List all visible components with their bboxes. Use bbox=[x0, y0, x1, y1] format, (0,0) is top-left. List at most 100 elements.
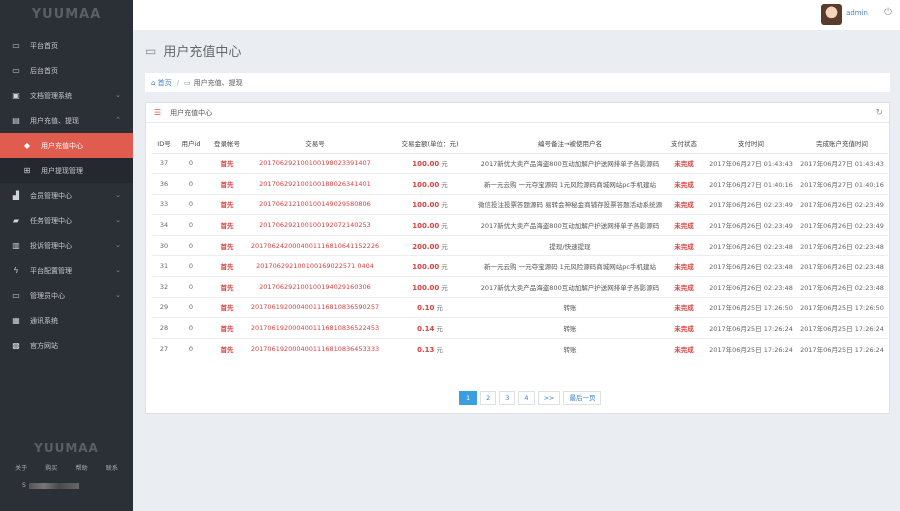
page-2-button[interactable]: 2 bbox=[480, 391, 497, 405]
cell-account: 首先 bbox=[206, 317, 248, 339]
cell-amount: 100.00 元 bbox=[382, 152, 478, 174]
cell-remark: 新一元云购 一元夺宝源码 1元风险源码商城网站pc手机建站 bbox=[478, 255, 662, 277]
cell-status: 未完成 bbox=[662, 234, 706, 256]
cell-id: 31 bbox=[152, 255, 176, 277]
sidebar-item-label: 管理员中心 bbox=[30, 291, 65, 300]
cell-pay-time: 2017年06月27日 01:43:43 bbox=[706, 152, 796, 174]
cell-remark: 转账 bbox=[478, 317, 662, 339]
sidebar-item-label: 投诉管理中心 bbox=[30, 241, 72, 250]
cell-user-id: 0 bbox=[176, 317, 206, 339]
cell-id: 36 bbox=[152, 173, 176, 195]
sidebar-item-tasks[interactable]: ▰ 任务管理中心 ⌄ bbox=[0, 208, 133, 233]
amount-unit: 元 bbox=[441, 160, 448, 169]
sidebar-item-recharge-withdraw[interactable]: ▤ 用户充值、提现 ⌃ bbox=[0, 108, 133, 133]
sidebar-item-website[interactable]: ▩ 官方网站 bbox=[0, 333, 133, 358]
cell-done-time: 2017年06月26日 02:23:49 bbox=[796, 193, 888, 215]
cell-remark: 提现/快速提现 bbox=[478, 234, 662, 256]
cell-txn: 201706292100100169022571 0404 bbox=[248, 255, 382, 277]
cell-account: 首先 bbox=[206, 173, 248, 195]
col-remark: 编号备注→被使用户名 bbox=[478, 133, 662, 154]
amount-unit: 元 bbox=[441, 201, 448, 210]
sidebar-item-complaints[interactable]: ▥ 投诉管理中心 ⌄ bbox=[0, 233, 133, 258]
cell-amount: 100.00 元 bbox=[382, 173, 478, 195]
cell-user-id: 0 bbox=[176, 276, 206, 298]
page-3-button[interactable]: 3 bbox=[499, 391, 516, 405]
cell-id: 27 bbox=[152, 337, 176, 359]
cell-txn: 201706292100100188026341401 bbox=[248, 173, 382, 195]
footer-logo: YUUMAA bbox=[34, 441, 99, 455]
cell-pay-time: 2017年06月26日 02:23:49 bbox=[706, 193, 796, 215]
cell-id: 32 bbox=[152, 276, 176, 298]
username-link[interactable]: admin bbox=[846, 9, 868, 17]
grid-icon: ⊞ bbox=[23, 165, 31, 175]
cell-user-id: 0 bbox=[176, 337, 206, 359]
cell-txn: 2017062420004001116810641152226 bbox=[248, 234, 382, 256]
footer-link-buy[interactable]: 购买 bbox=[45, 463, 57, 472]
sidebar-item-config[interactable]: ϟ 平台配置管理 ⌄ bbox=[0, 258, 133, 283]
cell-remark: 转账 bbox=[478, 296, 662, 318]
logo: YUUMAA bbox=[31, 7, 102, 22]
table-row: 28 0 首先 2017061920004001116810836522453 0.14… bbox=[152, 317, 888, 339]
page-4-button[interactable]: 4 bbox=[518, 391, 535, 405]
amount-value: 100.00 bbox=[412, 283, 440, 292]
cell-account: 首先 bbox=[206, 337, 248, 359]
col-user-id: 用户id bbox=[176, 133, 206, 154]
cell-pay-time: 2017年06月25日 17:26:24 bbox=[706, 317, 796, 339]
amount-unit: 元 bbox=[436, 345, 443, 354]
footer-link-about[interactable]: 关于 bbox=[15, 463, 27, 472]
cell-account: 首先 bbox=[206, 296, 248, 318]
panel-title: 用户充值中心 bbox=[170, 108, 213, 117]
cell-amount: 200.00 元 bbox=[382, 234, 478, 256]
breadcrumb-current: 用户充值、提现 bbox=[193, 78, 243, 87]
sidebar-item-admins[interactable]: ▭ 管理员中心 ⌄ bbox=[0, 283, 133, 308]
chevron-down-icon: ⌄ bbox=[115, 191, 121, 199]
next-page-button[interactable]: >> bbox=[537, 391, 561, 405]
cell-amount: 100.00 元 bbox=[382, 193, 478, 215]
sidebar-item-members[interactable]: ▟ 会员管理中心 ⌄ bbox=[0, 183, 133, 208]
refresh-icon[interactable]: ↻ bbox=[875, 108, 883, 118]
cell-pay-time: 2017年06月26日 02:23:48 bbox=[706, 234, 796, 256]
footer-links: 关于 购买 帮助 联系 bbox=[0, 463, 133, 472]
amount-value: 0.10 bbox=[417, 304, 435, 313]
cell-pay-time: 2017年06月25日 17:26:24 bbox=[706, 337, 796, 359]
last-page-button[interactable]: 最后一页 bbox=[563, 391, 602, 405]
sidebar-item-platform-home[interactable]: ▭ 平台首页 bbox=[0, 33, 133, 58]
cell-account: 首先 bbox=[206, 193, 248, 215]
sidebar-item-messaging[interactable]: ▦ 通讯系统 bbox=[0, 308, 133, 333]
chevron-down-icon: ⌄ bbox=[115, 241, 121, 249]
cell-account: 首先 bbox=[206, 276, 248, 298]
page-1-button[interactable]: 1 bbox=[459, 391, 478, 405]
sidebar-item-recharge-center[interactable]: ◆ 用户充值中心 bbox=[0, 133, 133, 158]
cell-done-time: 2017年06月26日 02:23:48 bbox=[796, 276, 888, 298]
cell-user-id: 0 bbox=[176, 152, 206, 174]
tag-icon: ◆ bbox=[23, 140, 31, 150]
laptop-icon: ▭ bbox=[145, 43, 157, 58]
sidebar-item-admin-home[interactable]: ▭ 后台首页 bbox=[0, 58, 133, 83]
breadcrumb-home[interactable]: ⌂ 首页 bbox=[151, 78, 172, 88]
main-content: ▭ 用户充值中心 ⌂ 首页 / ▭ 用户充值、提现 ☰ 用户充值中心 ↻ ID号… bbox=[133, 30, 900, 511]
copyright: S bbox=[0, 482, 133, 489]
cell-done-time: 2017年06月25日 17:26:50 bbox=[796, 296, 888, 318]
cell-pay-time: 2017年06月26日 02:23:48 bbox=[706, 276, 796, 298]
table-row: 32 0 首先 201706292100100194029160306 100.00 元 2… bbox=[152, 276, 888, 298]
cell-txn: 2017061920004001116810836522453 bbox=[248, 317, 382, 339]
avatar[interactable] bbox=[821, 4, 842, 25]
col-amount: 交易金额(单位：元) bbox=[382, 133, 478, 154]
cell-id: 28 bbox=[152, 317, 176, 339]
amount-unit: 元 bbox=[436, 304, 443, 313]
sidebar-item-docs[interactable]: ▣ 文档管理系统 ⌄ bbox=[0, 83, 133, 108]
chevron-down-icon: ⌄ bbox=[115, 266, 121, 274]
cell-remark: 转账 bbox=[478, 337, 662, 359]
sidebar-item-withdraw-manage[interactable]: ⊞ 用户提现管理 bbox=[0, 158, 133, 183]
sidebar-item-label: 会员管理中心 bbox=[30, 191, 72, 200]
table-body: 37 0 首先 201706292100100198023391407 100.00 元 2… bbox=[152, 152, 888, 359]
sidebar-footer: YUUMAA 关于 购买 帮助 联系 S bbox=[0, 441, 133, 511]
power-icon[interactable]: ⏻ bbox=[884, 7, 892, 18]
table-header-row: ID号 用户id 登录帐号 交易号 交易金额(单位：元) 编号备注→被使用户名 … bbox=[152, 133, 888, 154]
cell-account: 首先 bbox=[206, 234, 248, 256]
cell-amount: 100.00 元 bbox=[382, 276, 478, 298]
footer-link-help[interactable]: 帮助 bbox=[76, 463, 88, 472]
sidebar-item-label: 用户提现管理 bbox=[41, 166, 83, 175]
cell-txn: 2017061920004001116810836453333 bbox=[248, 337, 382, 359]
footer-link-contact[interactable]: 联系 bbox=[106, 463, 118, 472]
